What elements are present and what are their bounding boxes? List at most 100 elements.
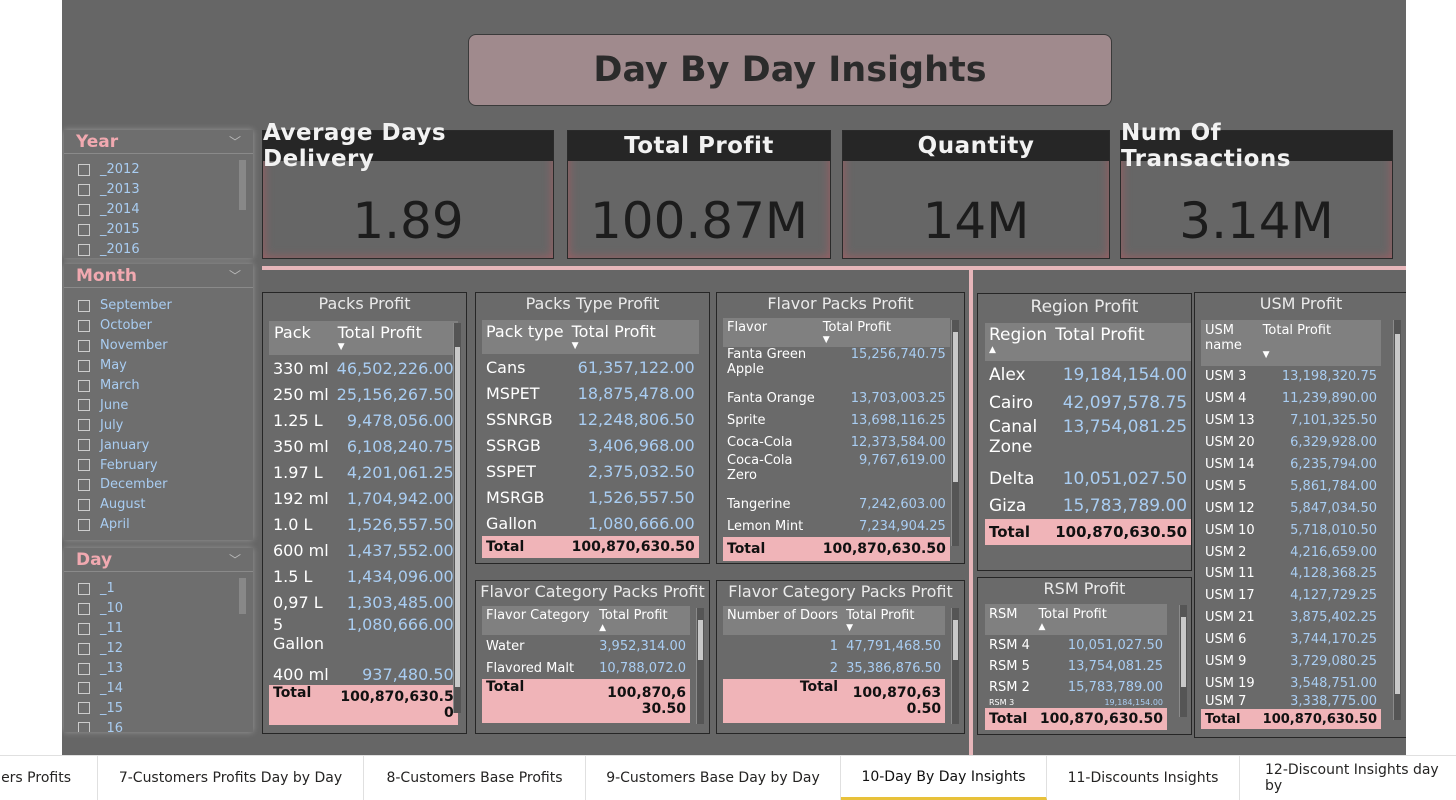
- flavor-packs-profit-table[interactable]: Flavor Packs Profit Flavor Total Profit ▼…: [716, 292, 965, 564]
- region-profit-table[interactable]: Region Profit Region ▲ Total Profit Alex 1…: [977, 293, 1192, 571]
- table-row[interactable]: MSPET 18,875,478.00: [482, 380, 699, 406]
- sort-desc-icon[interactable]: ▼: [572, 341, 695, 351]
- month-option[interactable]: July: [64, 415, 253, 435]
- table-row[interactable]: MSRGB 1,526,557.50: [482, 484, 699, 510]
- column-header[interactable]: Region ▲: [985, 323, 1052, 361]
- tab-customers-base-profits[interactable]: 8-Customers Base Profits: [364, 756, 586, 800]
- checkbox[interactable]: [78, 183, 90, 196]
- chevron-down-icon[interactable]: ﹀: [229, 551, 241, 568]
- checkbox[interactable]: [78, 662, 90, 675]
- year-option[interactable]: _2012: [64, 160, 253, 180]
- table-row[interactable]: 1.25 L 9,478,056.00: [269, 407, 458, 433]
- table-row[interactable]: USM 19 3,548,751.00: [1201, 672, 1381, 694]
- column-header[interactable]: Flavor Category: [482, 606, 596, 635]
- table-row[interactable]: Cairo 42,097,578.75: [985, 389, 1191, 417]
- vertical-scrollbar[interactable]: [453, 323, 461, 713]
- table-row[interactable]: USM 5 5,861,784.00: [1201, 475, 1381, 497]
- month-option[interactable]: December: [64, 475, 253, 495]
- table-row[interactable]: 250 ml 25,156,267.50: [269, 381, 458, 407]
- sort-desc-icon[interactable]: ▼: [338, 342, 453, 352]
- day-slicer[interactable]: Day ﹀ _1 _10 _11 _12 _13 _14 _15 _16: [64, 548, 253, 732]
- column-header[interactable]: Number of Doors: [723, 606, 843, 635]
- checkbox[interactable]: [78, 498, 90, 511]
- column-header[interactable]: Total Profit: [1051, 323, 1191, 361]
- table-row[interactable]: RSM 4 10,051,027.50: [985, 635, 1167, 656]
- checkbox[interactable]: [78, 602, 90, 615]
- table-row[interactable]: USM 13 7,101,325.50: [1201, 410, 1381, 432]
- table-row[interactable]: USM 10 5,718,010.50: [1201, 519, 1381, 541]
- sort-asc-icon[interactable]: ▲: [989, 345, 1047, 355]
- checkbox[interactable]: [78, 163, 90, 176]
- vertical-scrollbar[interactable]: [1179, 605, 1187, 717]
- year-option[interactable]: _2016: [64, 240, 253, 258]
- table-row[interactable]: Coca-Cola Zero 9,767,619.00: [723, 453, 950, 493]
- column-header[interactable]: Flavor: [723, 318, 819, 347]
- table-row[interactable]: RSM 3 19,184,154.00: [985, 698, 1167, 708]
- table-row[interactable]: 1.0 L 1,526,557.50: [269, 511, 458, 537]
- table-row[interactable]: Fanta Orange 13,703,003.25: [723, 387, 950, 409]
- table-row[interactable]: Fanta Green Apple 15,256,740.75: [723, 347, 950, 387]
- table-row[interactable]: Cans 61,357,122.00: [482, 354, 699, 380]
- vertical-scrollbar[interactable]: [1393, 320, 1401, 720]
- table-row[interactable]: USM 3 13,198,320.75: [1201, 366, 1381, 388]
- year-option[interactable]: _2015: [64, 220, 253, 240]
- month-option[interactable]: August: [64, 495, 253, 515]
- table-row[interactable]: RSM 5 13,754,081.25: [985, 656, 1167, 677]
- packs-profit-table[interactable]: Packs Profit Pack Total Profit ▼ 330 ml 46…: [262, 292, 467, 734]
- table-row[interactable]: 400 ml 937,480.50: [269, 663, 458, 685]
- table-row[interactable]: USM 12 5,847,034.50: [1201, 497, 1381, 519]
- checkbox[interactable]: [78, 223, 90, 236]
- day-option[interactable]: _10: [64, 599, 253, 619]
- table-row[interactable]: 350 ml 6,108,240.75: [269, 433, 458, 459]
- table-row[interactable]: 0,97 L 1,303,485.00: [269, 589, 458, 615]
- checkbox[interactable]: [78, 243, 90, 256]
- column-header[interactable]: Total Profit ▼: [842, 606, 946, 635]
- checkbox[interactable]: [78, 582, 90, 595]
- table-row[interactable]: USM 9 3,729,080.25: [1201, 651, 1381, 673]
- table-row[interactable]: SSRGB 3,406,968.00: [482, 432, 699, 458]
- flavor-category-profit-table[interactable]: Flavor Category Packs Profit Flavor Cate…: [475, 580, 710, 734]
- checkbox[interactable]: [78, 459, 90, 472]
- sort-asc-icon[interactable]: ▲: [599, 623, 686, 633]
- year-option[interactable]: _2013: [64, 180, 253, 200]
- column-header[interactable]: Total Profit ▼: [567, 320, 699, 354]
- table-row[interactable]: Flavored Malt 10,788,072.0: [482, 657, 690, 679]
- checkbox[interactable]: [78, 518, 90, 531]
- checkbox[interactable]: [78, 722, 90, 732]
- checkbox[interactable]: [78, 319, 90, 332]
- month-option[interactable]: January: [64, 435, 253, 455]
- table-row[interactable]: Delta 10,051,027.50: [985, 465, 1191, 493]
- checkbox[interactable]: [78, 339, 90, 352]
- table-row[interactable]: RSM 2 15,783,789.00: [985, 677, 1167, 698]
- table-row[interactable]: Lemon Mint 7,234,904.25: [723, 515, 950, 537]
- day-option[interactable]: _1: [64, 579, 253, 599]
- table-row[interactable]: Canal Zone 13,754,081.25: [985, 417, 1191, 465]
- table-row[interactable]: USM 11 4,128,368.25: [1201, 563, 1381, 585]
- day-scrollbar[interactable]: [239, 578, 246, 614]
- month-slicer[interactable]: Month ﹀ September October November May Ma…: [64, 264, 253, 540]
- table-row[interactable]: USM 7 3,338,775.00: [1201, 694, 1381, 709]
- column-header[interactable]: Total Profit ▼: [818, 318, 950, 347]
- sort-asc-icon[interactable]: ▲: [1038, 622, 1163, 632]
- table-row[interactable]: 1.5 L 1,434,096.00: [269, 563, 458, 589]
- month-option[interactable]: February: [64, 455, 253, 475]
- column-header[interactable]: Total Profit ▼: [1258, 320, 1381, 366]
- day-option[interactable]: _13: [64, 659, 253, 679]
- table-row[interactable]: Tangerine 7,242,603.00: [723, 493, 950, 515]
- table-row[interactable]: 5 Gallon 1,080,666.00: [269, 615, 458, 663]
- table-row[interactable]: 1.97 L 4,201,061.25: [269, 459, 458, 485]
- tab-customers-profits[interactable]: ers Profits: [0, 756, 98, 800]
- table-row[interactable]: 2 35,386,876.50: [723, 657, 945, 679]
- table-row[interactable]: 330 ml 46,502,226.00: [269, 355, 458, 381]
- table-row[interactable]: USM 6 3,744,170.25: [1201, 629, 1381, 651]
- column-header[interactable]: Total Profit ▼: [332, 321, 458, 355]
- table-row[interactable]: SSNRGB 12,248,806.50: [482, 406, 699, 432]
- table-row[interactable]: Sprite 13,698,116.25: [723, 409, 950, 431]
- day-option[interactable]: _12: [64, 639, 253, 659]
- month-option[interactable]: October: [64, 316, 253, 336]
- month-option[interactable]: September: [64, 296, 253, 316]
- table-row[interactable]: USM 21 3,875,402.25: [1201, 607, 1381, 629]
- sort-desc-icon[interactable]: ▼: [823, 335, 946, 345]
- sort-desc-icon[interactable]: ▼: [846, 623, 941, 633]
- month-option[interactable]: March: [64, 376, 253, 396]
